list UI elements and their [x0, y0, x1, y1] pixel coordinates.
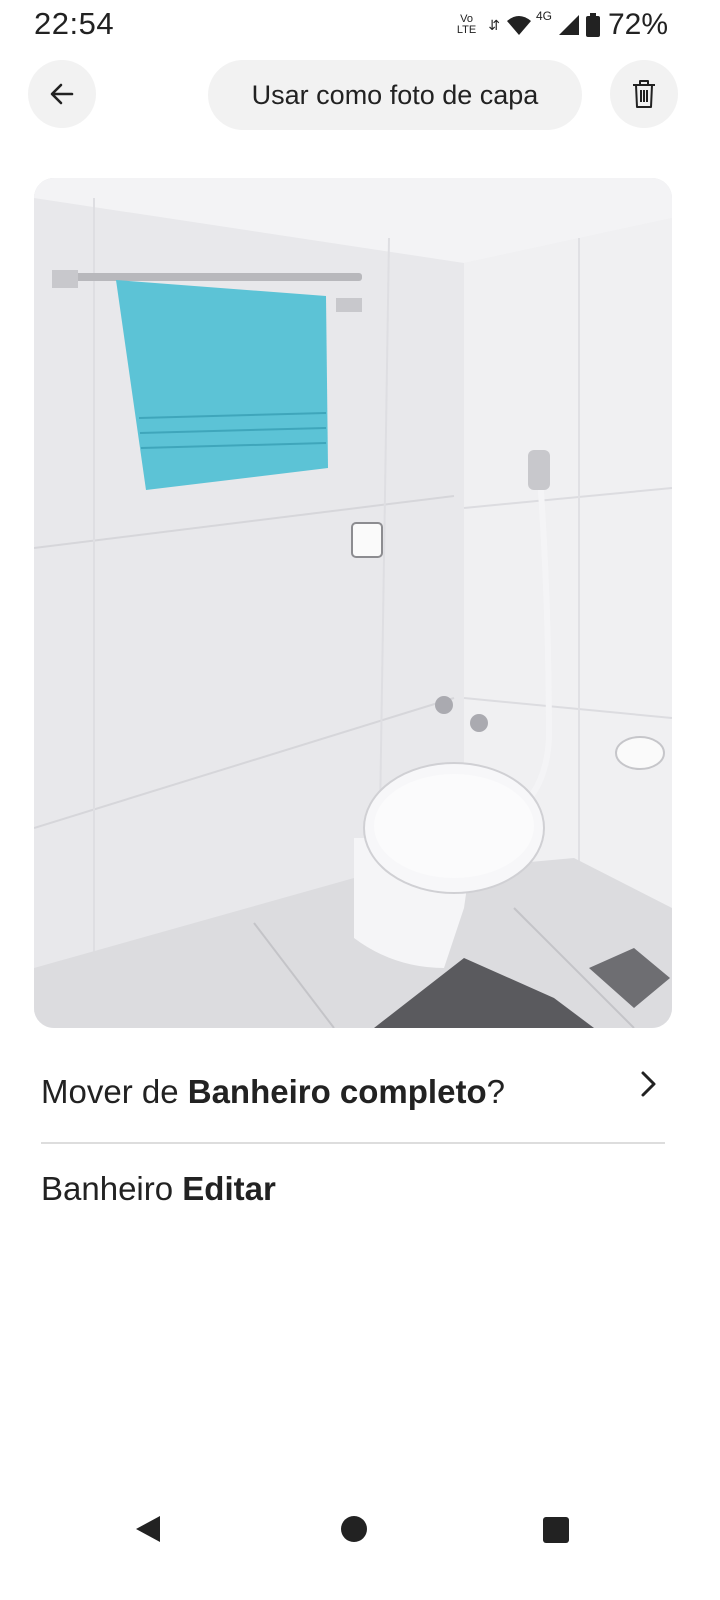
delete-button[interactable] [610, 60, 678, 128]
volte-bottom-text: LTE [456, 24, 477, 36]
back-button[interactable] [28, 60, 96, 128]
signal-icon [558, 15, 579, 35]
nav-back-icon[interactable] [134, 1514, 162, 1544]
move-room-row[interactable]: Mover de Banheiro completo? [41, 1062, 671, 1122]
wifi-icon [506, 16, 531, 35]
move-room-text: Mover de Banheiro completo? [41, 1073, 505, 1111]
nav-recents-icon[interactable] [543, 1517, 569, 1543]
network-type-label: 4G [535, 9, 552, 23]
edit-link[interactable]: Editar [182, 1170, 276, 1207]
chevron-right-icon [641, 1071, 656, 1097]
move-suffix: ? [486, 1073, 505, 1110]
room-edit-row: Banheiro Editar [41, 1170, 276, 1208]
bathroom-image [34, 178, 672, 1028]
battery-percentage: 72% [607, 8, 668, 41]
move-room-name: Banheiro completo [187, 1073, 487, 1110]
data-activity-icon: ⇵ [488, 17, 500, 33]
room-name: Banheiro [41, 1170, 174, 1207]
use-as-cover-button[interactable]: Usar como foto de capa [208, 60, 582, 130]
status-time: 22:54 [34, 6, 115, 41]
battery-icon [585, 13, 600, 37]
trash-icon [633, 80, 655, 108]
volte-icon: Vo LTE [457, 14, 476, 36]
move-prefix: Mover de [41, 1073, 188, 1110]
divider [41, 1142, 665, 1144]
status-bar: 22:54 Vo LTE ⇵ 4G 72% [0, 0, 720, 50]
bathroom-photo[interactable] [34, 178, 672, 1028]
nav-home-icon[interactable] [341, 1516, 367, 1542]
status-icons: Vo LTE ⇵ 4G 72% [457, 8, 668, 41]
arrow-left-icon [50, 83, 74, 105]
navigation-bar [0, 1490, 720, 1570]
